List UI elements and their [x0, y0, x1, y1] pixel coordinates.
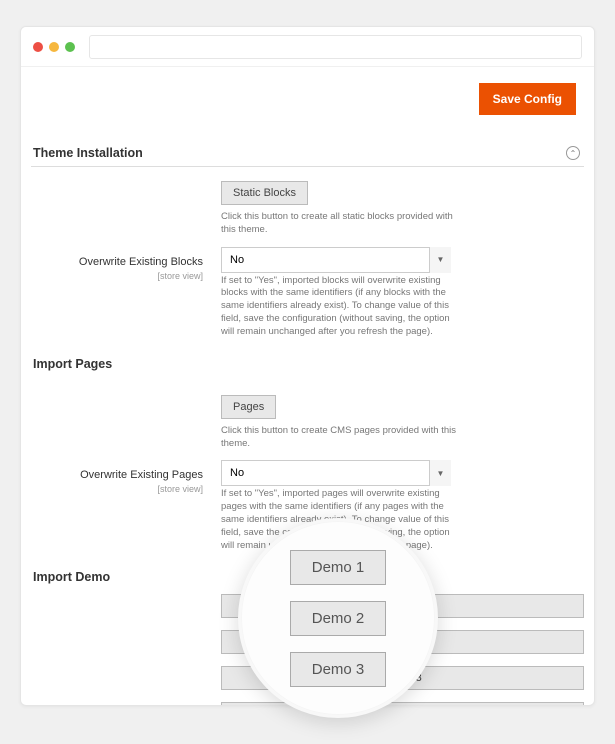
demo-button[interactable]: Demo 4	[221, 702, 584, 706]
overwrite-pages-select[interactable]: No	[221, 460, 451, 486]
section-header-install[interactable]: Theme Installation ⌃	[31, 140, 584, 167]
maximize-icon[interactable]	[65, 42, 75, 52]
hint-text: Click this button to create CMS pages pr…	[221, 425, 461, 451]
section-title: Theme Installation	[33, 146, 143, 160]
save-config-button[interactable]: Save Config	[479, 83, 576, 115]
hint-text: If set to "Yes", imported blocks will ov…	[221, 275, 461, 339]
demo-button-zoom[interactable]: Demo 1	[290, 550, 386, 585]
pages-button[interactable]: Pages	[221, 395, 276, 419]
field-label: Overwrite Existing Blocks	[79, 256, 203, 268]
minimize-icon[interactable]	[49, 42, 59, 52]
close-icon[interactable]	[33, 42, 43, 52]
hint-text: Click this button to create all static b…	[221, 211, 461, 237]
titlebar	[21, 27, 594, 67]
demo-button-zoom[interactable]: Demo 2	[290, 601, 386, 636]
section-install: Static Blocks Click this button to creat…	[31, 167, 584, 339]
collapse-icon[interactable]: ⌃	[566, 146, 580, 160]
action-bar: Save Config	[31, 75, 584, 134]
field-scope: [store view]	[31, 484, 203, 494]
overwrite-blocks-select[interactable]: No	[221, 247, 451, 273]
demo-button-zoom[interactable]: Demo 3	[290, 652, 386, 687]
zoom-lens: Demo 1 Demo 2 Demo 3	[238, 518, 438, 718]
window-controls	[33, 42, 75, 52]
field-label: Overwrite Existing Pages	[80, 469, 203, 481]
static-blocks-button[interactable]: Static Blocks	[221, 181, 308, 205]
field-scope: [store view]	[31, 271, 203, 281]
address-bar[interactable]	[89, 35, 582, 59]
section-header-pages: Import Pages	[31, 343, 584, 381]
